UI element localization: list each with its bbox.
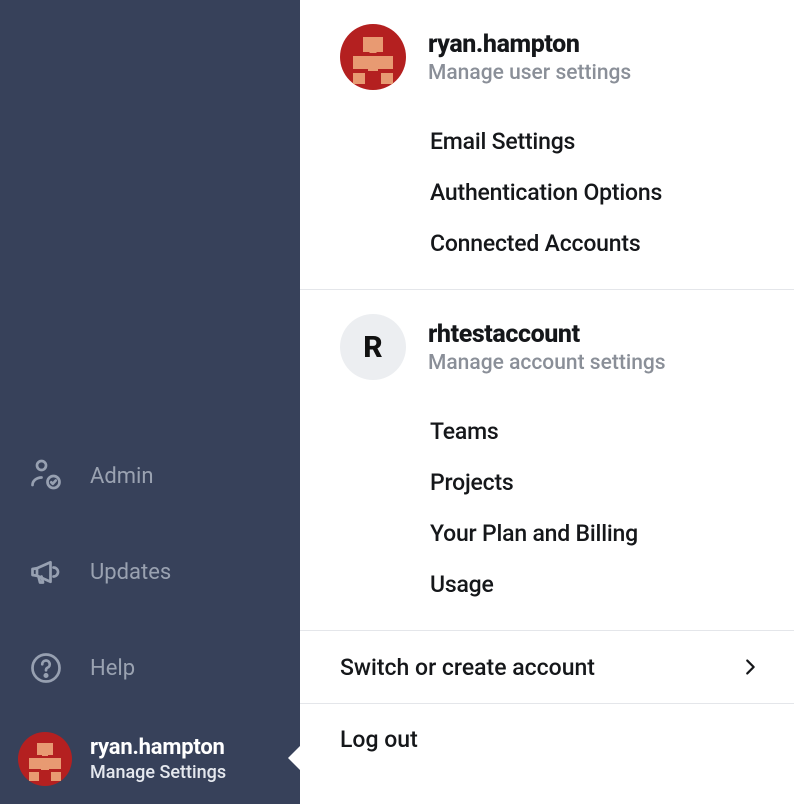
megaphone-icon (26, 552, 66, 592)
user-subtitle: Manage user settings (428, 61, 631, 85)
user-section: ryan.hampton Manage user settings Email … (300, 0, 794, 290)
switch-account-label: Switch or create account (340, 654, 595, 681)
sidebar-item-admin[interactable]: Admin (0, 428, 300, 524)
account-avatar-initial: R (363, 330, 382, 365)
avatar (18, 732, 72, 786)
flyout-pointer (288, 744, 302, 772)
sidebar-item-label: Updates (90, 560, 171, 585)
sidebar-item-label: Help (90, 656, 135, 681)
user-menu-flyout: ryan.hampton Manage user settings Email … (300, 0, 794, 804)
account-subtitle: Manage account settings (428, 351, 666, 375)
user-links: Email Settings Authentication Options Co… (300, 116, 794, 269)
link-email-settings[interactable]: Email Settings (300, 116, 794, 167)
sidebar: Admin Updates (0, 0, 300, 804)
user-section-header[interactable]: ryan.hampton Manage user settings (300, 18, 794, 96)
link-plan-billing[interactable]: Your Plan and Billing (300, 508, 794, 559)
account-section-header[interactable]: R rhtestaccount Manage account settings (300, 308, 794, 386)
link-usage[interactable]: Usage (300, 559, 794, 610)
logout-row[interactable]: Log out (300, 704, 794, 775)
help-icon (26, 648, 66, 688)
logout-label: Log out (340, 726, 418, 753)
switch-account-row[interactable]: Switch or create account (300, 631, 794, 704)
sidebar-item-help[interactable]: Help (0, 620, 300, 716)
avatar (340, 24, 406, 90)
user-name: ryan.hampton (428, 30, 631, 59)
account-avatar: R (340, 314, 406, 380)
user-header-text: ryan.hampton Manage user settings (428, 30, 631, 85)
sidebar-item-label: Admin (90, 464, 154, 489)
link-authentication-options[interactable]: Authentication Options (300, 167, 794, 218)
sidebar-nav: Admin Updates (0, 428, 300, 716)
account-section: R rhtestaccount Manage account settings … (300, 290, 794, 631)
sidebar-item-updates[interactable]: Updates (0, 524, 300, 620)
link-projects[interactable]: Projects (300, 457, 794, 508)
link-connected-accounts[interactable]: Connected Accounts (300, 218, 794, 269)
sidebar-profile[interactable]: ryan.hampton Manage Settings (0, 716, 300, 804)
chevron-right-icon (736, 653, 764, 681)
admin-icon (26, 456, 66, 496)
account-name: rhtestaccount (428, 320, 666, 349)
link-teams[interactable]: Teams (300, 406, 794, 457)
account-header-text: rhtestaccount Manage account settings (428, 320, 666, 375)
sidebar-profile-text: ryan.hampton Manage Settings (90, 735, 226, 783)
account-links: Teams Projects Your Plan and Billing Usa… (300, 406, 794, 610)
profile-name: ryan.hampton (90, 735, 226, 760)
profile-subtitle: Manage Settings (90, 762, 226, 783)
